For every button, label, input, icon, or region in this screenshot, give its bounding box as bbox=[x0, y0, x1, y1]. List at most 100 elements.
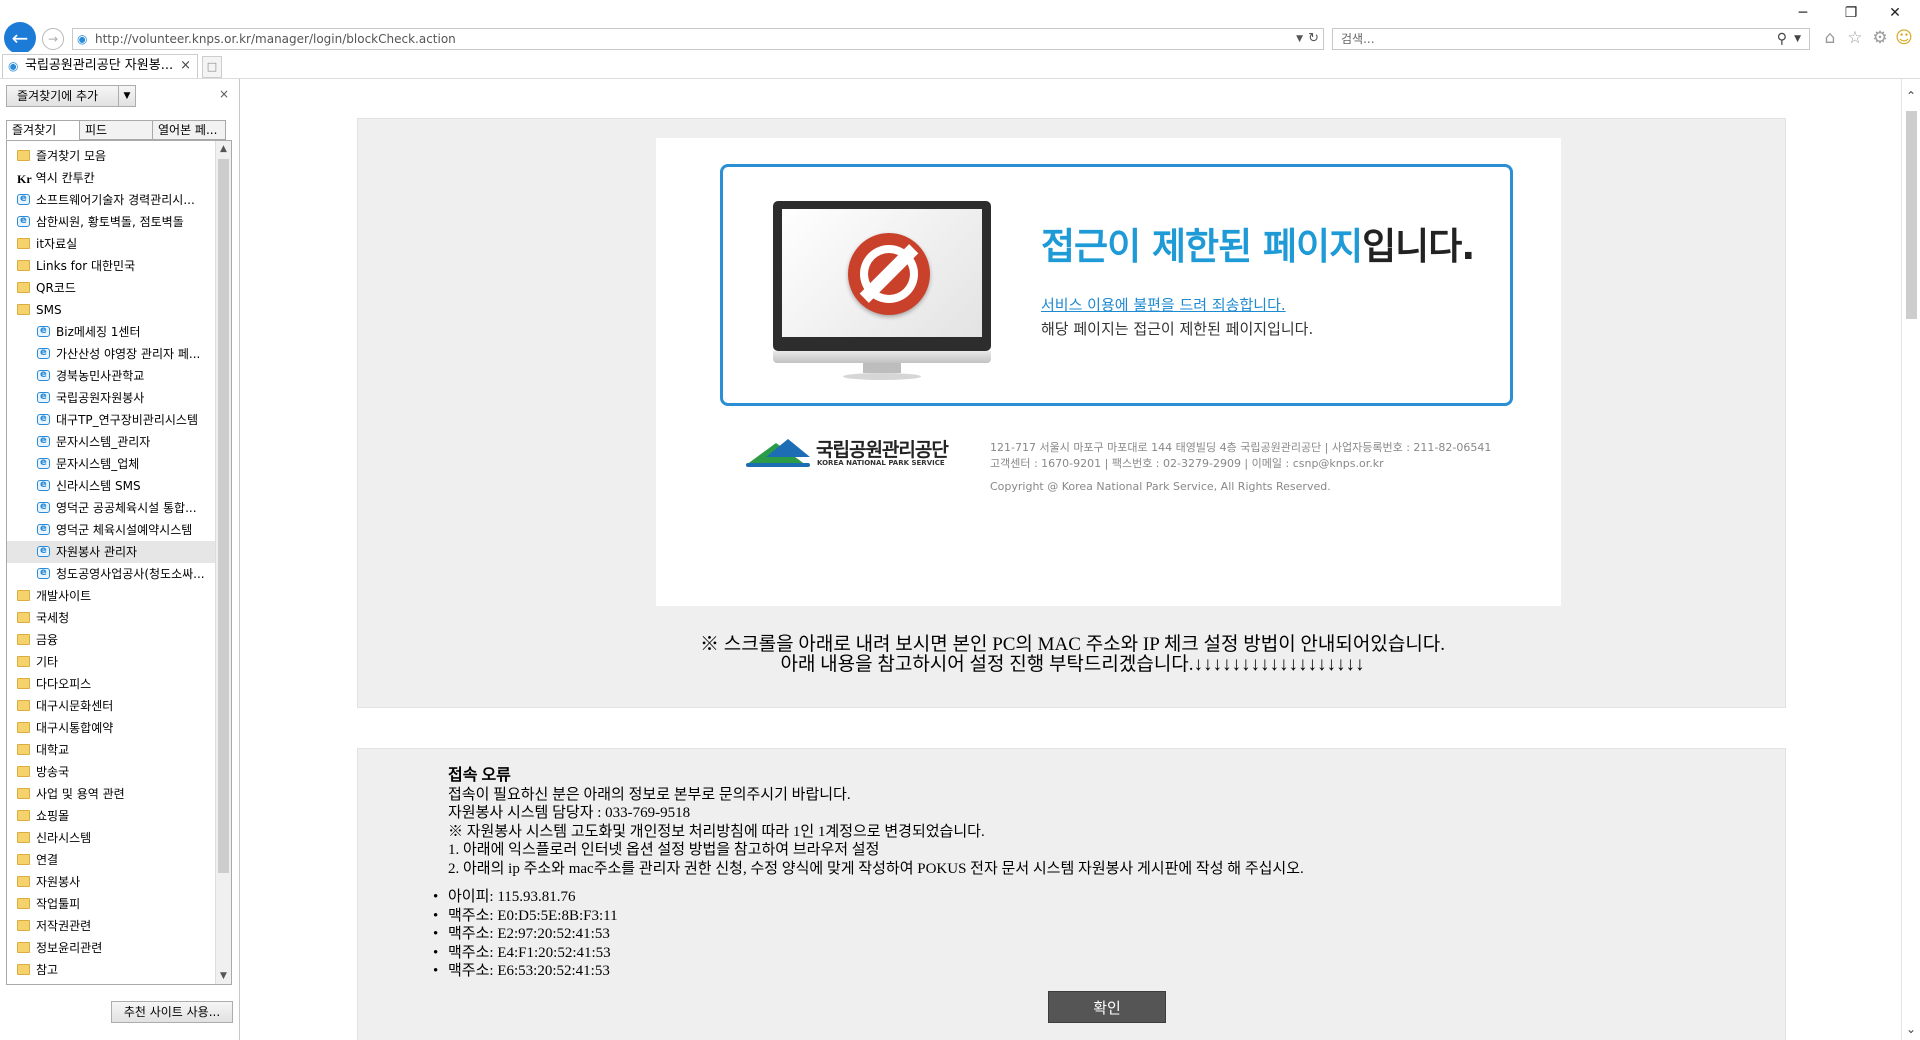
search-icon[interactable]: ⚲ bbox=[1777, 29, 1787, 49]
favorites-scrollbar[interactable]: ▲ ▼ bbox=[215, 141, 231, 984]
folder-icon bbox=[17, 634, 30, 645]
folder-icon bbox=[17, 744, 30, 755]
page-scroll-up-icon[interactable]: ⌃ bbox=[1902, 87, 1920, 105]
error-line: 1. 아래에 익스플로러 인터넷 옵션 설정 방법을 참고하여 브라우저 설정 bbox=[448, 842, 880, 858]
favorite-label: 즐겨찾기 모음 bbox=[36, 149, 107, 163]
favorite-item[interactable]: 삼한씨원, 황토벽돌, 점토벽돌 bbox=[7, 211, 215, 233]
folder-icon bbox=[17, 810, 30, 821]
favorites-list: 즐겨찾기 모음 Kr역시 칸투칸소프트웨어기술자 경력관리시... 삼한씨원, 황토… bbox=[6, 140, 232, 985]
favorite-item[interactable]: 경북농민사관학교 bbox=[7, 365, 215, 387]
suggested-sites-button[interactable]: 추천 사이트 사용... bbox=[111, 1001, 233, 1023]
tab-favorites[interactable]: 즐겨찾기 bbox=[6, 120, 80, 140]
favorite-item[interactable]: 청도공영사업공사(청도소싸... bbox=[7, 563, 215, 585]
add-favorite-button[interactable]: 즐겨찾기에 추가 bbox=[6, 85, 136, 107]
favorite-item[interactable]: 방송국 bbox=[7, 761, 215, 783]
favorite-item[interactable]: it자료실 bbox=[7, 233, 215, 255]
folder-icon bbox=[17, 876, 30, 887]
favorite-label: 작업툴피 bbox=[36, 897, 81, 911]
ie-link-icon bbox=[37, 563, 50, 584]
favorite-label: 문자시스템_업체 bbox=[56, 457, 140, 471]
page-scroll-thumb[interactable] bbox=[1906, 111, 1917, 319]
favorite-item[interactable]: 출판사 bbox=[7, 981, 215, 984]
favorite-item[interactable]: 가산산성 야영장 관리자 페... bbox=[7, 343, 215, 365]
error-title: 접속 오류 bbox=[448, 767, 511, 784]
favorite-item[interactable]: 신라시스템 bbox=[7, 827, 215, 849]
list-item: 맥주소: E6:53:20:52:41:53 bbox=[433, 962, 1304, 981]
favorite-item[interactable]: 영덕군 공공체육시설 통합... bbox=[7, 497, 215, 519]
favorite-item[interactable]: Biz메세징 1센터 bbox=[7, 321, 215, 343]
favorite-label: Biz메세징 1센터 bbox=[56, 325, 141, 339]
address-list: 아이피: 115.93.81.76 맥주소: E0:D5:5E:8B:F3:11… bbox=[433, 888, 1304, 981]
apology-link[interactable]: 서비스 이용에 불편을 드려 죄송합니다. bbox=[1041, 295, 1286, 315]
refresh-icon[interactable]: ↻ bbox=[1308, 29, 1319, 49]
new-tab-button[interactable]: □ bbox=[202, 56, 222, 78]
notice-line-2: 아래 내용을 참고하시어 설정 진행 부탁드리겠습니다.↓↓↓↓↓↓↓↓↓↓↓↓… bbox=[780, 654, 1365, 675]
favorite-item[interactable]: 대학교 bbox=[7, 739, 215, 761]
favorite-item[interactable]: 작업툴피 bbox=[7, 893, 215, 915]
folder-icon bbox=[17, 150, 30, 161]
tab-strip: ◉ 국립공원관리공단 자원봉... × □ bbox=[0, 52, 1920, 79]
confirm-button[interactable]: 확인 bbox=[1048, 991, 1166, 1023]
address-dropdown-icon[interactable]: ▼ bbox=[1296, 29, 1303, 49]
search-dropdown-icon[interactable]: ▼ bbox=[1794, 29, 1801, 49]
star-icon[interactable]: ☆ bbox=[1845, 28, 1865, 48]
favorite-item[interactable]: 사업 및 용역 관련 bbox=[7, 783, 215, 805]
scroll-thumb[interactable] bbox=[218, 159, 229, 873]
favorite-item[interactable]: SMS bbox=[7, 299, 215, 321]
favorite-item[interactable]: 자원봉사 bbox=[7, 871, 215, 893]
close-panel-button[interactable]: × bbox=[219, 87, 229, 101]
favorite-item[interactable]: 대구시문화센터 bbox=[7, 695, 215, 717]
favorite-item[interactable]: Kr 역시 칸투칸 bbox=[7, 167, 215, 189]
favorite-item[interactable]: 참고 bbox=[7, 959, 215, 981]
favorite-item[interactable]: 금융 bbox=[7, 629, 215, 651]
home-icon[interactable]: ⌂ bbox=[1820, 28, 1840, 48]
favorite-label: 신라시스템 SMS bbox=[56, 479, 141, 493]
ie-link-icon bbox=[37, 409, 50, 430]
favorite-item[interactable]: 국세청 bbox=[7, 607, 215, 629]
favorite-item[interactable]: 정보윤리관련 bbox=[7, 937, 215, 959]
maximize-button[interactable]: ❐ bbox=[1836, 2, 1866, 24]
favorite-label: 역시 칸투칸 bbox=[35, 171, 95, 185]
favorite-item[interactable]: 기타 bbox=[7, 651, 215, 673]
favorite-item[interactable]: 영덕군 체육시설예약시스템 bbox=[7, 519, 215, 541]
tab-feeds[interactable]: 피드 bbox=[79, 120, 153, 140]
browser-tab[interactable]: ◉ 국립공원관리공단 자원봉... × bbox=[2, 54, 198, 78]
page-scrollbar[interactable]: ⌃ ⌄ bbox=[1901, 79, 1920, 1040]
gear-icon[interactable]: ⚙ bbox=[1870, 28, 1890, 48]
scroll-down-icon[interactable]: ▼ bbox=[216, 968, 231, 984]
favorite-item[interactable]: 즐겨찾기 모음 bbox=[7, 145, 215, 167]
favorite-item[interactable]: 국립공원자원봉사 bbox=[7, 387, 215, 409]
favorite-item[interactable]: 신라시스템 SMS bbox=[7, 475, 215, 497]
favorite-item[interactable]: 소프트웨어기술자 경력관리시... bbox=[7, 189, 215, 211]
close-tab-icon[interactable]: × bbox=[180, 55, 191, 77]
favorite-item[interactable]: 대구TP_연구장비관리시스템 bbox=[7, 409, 215, 431]
add-favorite-dropdown-icon[interactable]: ▼ bbox=[118, 85, 136, 107]
favorite-label: 기타 bbox=[36, 655, 59, 669]
scroll-up-icon[interactable]: ▲ bbox=[216, 141, 231, 157]
address-bar[interactable]: ◉ http://volunteer.knps.or.kr/manager/lo… bbox=[72, 28, 1324, 50]
smiley-icon[interactable]: ☺ bbox=[1894, 28, 1914, 48]
search-input[interactable]: 검색... ⚲ ▼ bbox=[1332, 28, 1810, 50]
ie-link-icon bbox=[17, 189, 30, 210]
favorite-item[interactable]: 자원봉사 관리자 bbox=[7, 541, 215, 563]
forward-arrow-icon[interactable]: → bbox=[42, 28, 64, 50]
favorite-item[interactable]: 문자시스템_업체 bbox=[7, 453, 215, 475]
favorite-item[interactable]: 문자시스템_관리자 bbox=[7, 431, 215, 453]
favorite-item[interactable]: 다다오피스 bbox=[7, 673, 215, 695]
favorite-item[interactable]: Links for 대한민국 bbox=[7, 255, 215, 277]
favorite-item[interactable]: 대구시통합예약 bbox=[7, 717, 215, 739]
favorite-item[interactable]: 개발사이트 bbox=[7, 585, 215, 607]
prohibited-icon bbox=[848, 233, 930, 315]
favorite-item[interactable]: 쇼핑몰 bbox=[7, 805, 215, 827]
tab-history[interactable]: 열어본 페... bbox=[152, 120, 226, 140]
close-window-button[interactable]: ✕ bbox=[1880, 2, 1910, 24]
favorite-item[interactable]: QR코드 bbox=[7, 277, 215, 299]
favorite-item[interactable]: 연결 bbox=[7, 849, 215, 871]
minimize-button[interactable]: ─ bbox=[1788, 2, 1818, 24]
tab-title: 국립공원관리공단 자원봉... bbox=[25, 58, 174, 73]
page-scroll-down-icon[interactable]: ⌄ bbox=[1902, 1020, 1920, 1038]
favorite-item[interactable]: 저작권관련 bbox=[7, 915, 215, 937]
back-arrow-icon[interactable]: ← bbox=[4, 22, 36, 54]
favorite-label: 저작권관련 bbox=[36, 919, 92, 933]
restricted-panel: 접근이 제한된 페이지입니다. 서비스 이용에 불편을 드려 죄송합니다. 해당… bbox=[357, 118, 1786, 708]
